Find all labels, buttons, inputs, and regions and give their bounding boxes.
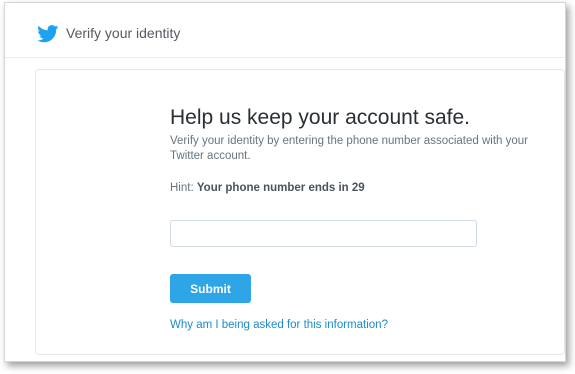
page-headline: Help us keep your account safe. — [170, 106, 471, 129]
description-text: Verify your identity by entering the pho… — [170, 135, 528, 162]
header-title: Verify your identity — [66, 25, 181, 41]
hint-label: Hint: — [170, 182, 194, 194]
twitter-bird-icon — [37, 25, 59, 43]
phone-number-input[interactable] — [170, 220, 477, 247]
why-asked-link[interactable]: Why am I being asked for this informatio… — [170, 319, 388, 331]
hint-value: Your phone number ends in 29 — [196, 182, 365, 194]
verify-identity-window: Verify your identity Help us keep your a… — [4, 2, 566, 362]
submit-button[interactable]: Submit — [170, 274, 251, 303]
verification-panel: Help us keep your account safe. Verify y… — [35, 69, 565, 355]
phone-hint: Hint: Your phone number ends in 29 — [170, 182, 365, 194]
page-header: Verify your identity — [5, 3, 565, 58]
